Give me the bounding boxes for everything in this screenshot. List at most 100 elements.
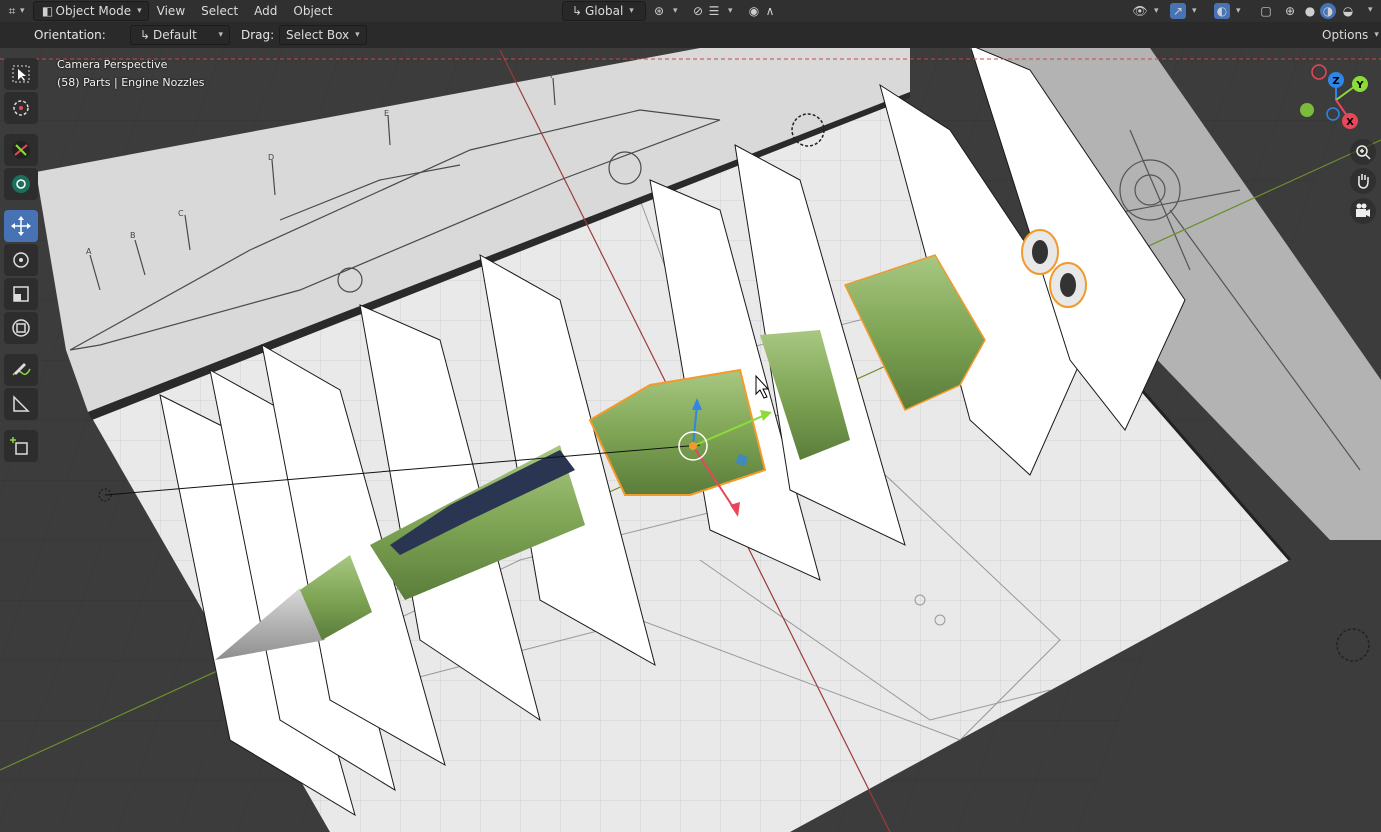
shading-wire-icon[interactable]: ⊕ [1282,3,1298,19]
chevron-down-icon: ▾ [1236,6,1241,16]
rotate-tool[interactable] [4,244,38,276]
menu-object[interactable]: Object [285,2,340,20]
chevron-down-icon: ▾ [1154,6,1159,16]
svg-text:B: B [130,231,136,240]
mode-label: Object Mode [55,4,132,18]
transform-pivot-tool[interactable] [4,168,38,200]
options-dropdown[interactable]: Options ▾ [1316,26,1381,44]
menu-select[interactable]: Select [193,2,246,20]
object-mode-icon: ◧ [41,4,54,18]
x-axis-label: X [1346,117,1354,128]
drag-setting-label: Drag: [241,28,275,42]
snap-target-icon: ☰ [708,4,720,18]
overlay-icon: ◐ [1214,3,1230,19]
pivot-icon: ⊛ [653,4,665,18]
blender-window: A B C D E F ⌗ ▾ ◧ Object Mode ▾ View Select … [0,0,1381,832]
chevron-down-icon: ▾ [355,30,360,40]
tweak-icon [12,141,30,159]
chevron-down-icon: ▾ [728,6,733,16]
tool-shelf [2,56,40,464]
pan-button[interactable] [1350,168,1376,194]
3d-viewport[interactable]: A B C D E F [0,48,1381,832]
shading-rendered-icon[interactable]: ◒ [1340,3,1356,19]
select-box-tool[interactable] [4,58,38,90]
annotate-tool[interactable] [4,354,38,386]
select-box-icon [12,65,30,83]
selection-info: (58) Parts | Engine Nozzles [57,76,205,89]
move-icon [11,216,31,236]
gizmo-icon: ↗ [1170,3,1186,19]
cursor-tool[interactable] [4,92,38,124]
editor-type-icon[interactable]: ⌗ [4,3,20,19]
falloff-icon: ∧ [765,4,775,18]
orientation-value: Default [153,28,197,42]
viewport-info: Camera Perspective (58) Parts | Engine N… [57,56,204,92]
orientation-dropdown[interactable]: ↳ Default ▾ [130,25,230,45]
drag-dropdown[interactable]: Select Box ▾ [279,25,367,45]
chevron-down-icon[interactable]: ▾ [1368,5,1373,15]
svg-text:C: C [178,209,184,218]
measure-tool[interactable] [4,388,38,420]
xray-icon[interactable]: ▢ [1258,3,1274,19]
mode-dropdown[interactable]: ◧ Object Mode ▾ [32,1,149,21]
visibility-dropdown[interactable]: 👁 ▾ [1126,2,1165,20]
chevron-down-icon: ▾ [673,6,678,16]
viewport-scene[interactable]: A B C D E F [0,48,1381,832]
neg-x-axis-icon[interactable] [1311,64,1327,80]
add-cube-tool[interactable] [4,430,38,462]
z-axis-label: Z [1332,76,1339,87]
scale-icon [13,286,29,302]
transform-tool[interactable] [4,312,38,344]
zoom-button[interactable] [1350,139,1376,165]
measure-icon [13,395,30,412]
shading-material-icon[interactable]: ◑ [1320,3,1336,19]
tweak-tool[interactable] [4,134,38,166]
view-name: Camera Perspective [57,58,168,71]
svg-text:D: D [268,153,274,162]
drag-value: Select Box [286,28,350,42]
chevron-down-icon: ▾ [629,6,634,16]
neg-y-axis-icon[interactable] [1300,103,1314,117]
hand-icon [1358,174,1369,189]
svg-text:F: F [550,71,555,80]
viewport-header: ⌗ ▾ ◧ Object Mode ▾ View Select Add Obje… [0,0,1381,22]
annotate-icon [12,363,31,376]
snap-toggle[interactable]: ⊘ ☰ ▾ [684,2,739,20]
zoom-icon [1356,145,1371,160]
camera-view-button[interactable] [1350,198,1376,224]
add-cube-icon [10,437,28,455]
scale-tool[interactable] [4,278,38,310]
chevron-down-icon: ▾ [218,30,223,40]
tool-settings-bar: Orientation: ↳ Default ▾ Drag: Select Bo… [0,22,1381,48]
proportional-editing-toggle[interactable]: ◉ ∧ [740,2,784,20]
chevron-down-icon: ▾ [1374,30,1379,40]
gizmo-toggle[interactable]: ↗ ▾ [1164,2,1203,20]
transform-all-icon [12,319,30,337]
menu-add[interactable]: Add [246,2,285,20]
svg-text:E: E [384,109,389,118]
overlay-toggle[interactable]: ◐ ▾ [1208,2,1247,20]
chevron-down-icon: ▾ [20,6,25,16]
orientation-label: Global [585,4,624,18]
y-axis-label: Y [1355,80,1364,91]
chevron-down-icon: ▾ [137,6,142,16]
visibility-icon: 👁 [1132,4,1148,18]
cursor-icon [13,100,29,116]
transform-icon [12,175,30,193]
transform-orientation-dropdown[interactable]: ↳ Global ▾ [562,1,646,21]
orientation-setting-label: Orientation: [34,28,106,42]
pivot-dropdown[interactable]: ⊛ ▾ [645,2,684,20]
options-label: Options [1322,28,1369,42]
navigation-gizmo[interactable]: Z Y X [1296,60,1376,134]
rotate-icon [13,252,29,268]
camera-icon [1356,203,1370,217]
neg-z-axis-icon[interactable] [1326,107,1340,121]
snap-icon: ⊘ [692,4,704,18]
chevron-down-icon: ▾ [1192,6,1197,16]
orientation-icon: ↳ [139,28,151,42]
shading-solid-icon[interactable]: ● [1302,3,1318,19]
proportional-icon: ◉ [748,4,760,18]
move-tool[interactable] [4,210,38,242]
menu-view[interactable]: View [149,2,193,20]
svg-text:A: A [86,247,92,256]
